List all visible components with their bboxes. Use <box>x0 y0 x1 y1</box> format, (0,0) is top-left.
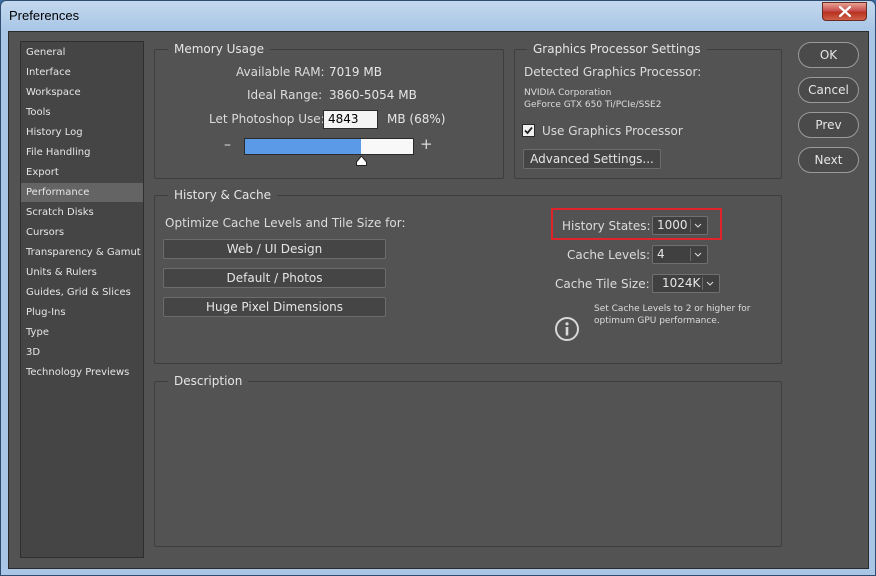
next-button[interactable]: Next <box>798 147 859 173</box>
cache-tile-size-label: Cache Tile Size: <box>555 277 650 291</box>
let-photoshop-use-label: Let Photoshop Use: <box>209 112 325 126</box>
memory-usage-title: Memory Usage <box>168 42 271 56</box>
sidebar-item-plug-ins[interactable]: Plug-Ins <box>21 303 143 322</box>
sidebar-item-type[interactable]: Type <box>21 323 143 342</box>
detected-gpu-label: Detected Graphics Processor: <box>524 65 702 79</box>
available-ram-value: 7019 MB <box>329 65 382 79</box>
slider-thumb-icon[interactable] <box>356 156 367 166</box>
sidebar-item-technology-previews[interactable]: Technology Previews <box>21 363 143 382</box>
cache-levels-value: 4 <box>657 247 665 261</box>
sidebar-item-export[interactable]: Export <box>21 163 143 182</box>
dialog-body: General Interface Workspace Tools Histor… <box>8 31 869 569</box>
sidebar-item-tools[interactable]: Tools <box>21 103 143 122</box>
available-ram-label: Available RAM: <box>236 65 325 79</box>
use-gpu-label: Use Graphics Processor <box>542 124 683 138</box>
preset-web-ui-button[interactable]: Web / UI Design <box>163 239 386 259</box>
cancel-button[interactable]: Cancel <box>798 77 859 103</box>
sidebar-item-general[interactable]: General <box>21 43 143 62</box>
preferences-window: Preferences General Interface Workspace … <box>0 0 876 576</box>
preset-huge-pixel-button[interactable]: Huge Pixel Dimensions <box>163 297 386 317</box>
use-gpu-checkbox[interactable] <box>522 124 535 137</box>
sidebar-item-guides-grid-slices[interactable]: Guides, Grid & Slices <box>21 283 143 302</box>
cache-levels-label: Cache Levels: <box>567 248 651 262</box>
description-group <box>154 381 782 547</box>
memory-slider[interactable] <box>244 138 414 155</box>
chevron-down-icon <box>694 223 702 228</box>
sidebar-item-file-handling[interactable]: File Handling <box>21 143 143 162</box>
window-title: Preferences <box>9 8 80 23</box>
memory-amount-input[interactable]: 4843 <box>323 110 378 129</box>
history-cache-title: History & Cache <box>168 188 277 202</box>
preset-default-photos-button[interactable]: Default / Photos <box>163 268 386 288</box>
cache-info-line1: Set Cache Levels to 2 or higher for <box>594 304 751 314</box>
title-bar: Preferences <box>1 1 875 31</box>
gpu-vendor: NVIDIA Corporation <box>524 88 612 98</box>
sidebar-item-3d[interactable]: 3D <box>21 343 143 362</box>
ok-button[interactable]: OK <box>798 42 859 68</box>
ideal-range-label: Ideal Range: <box>247 88 323 102</box>
sidebar-item-scratch-disks[interactable]: Scratch Disks <box>21 203 143 222</box>
close-icon <box>838 6 851 17</box>
cache-tile-size-value: 1024K <box>662 276 701 290</box>
memory-percent-label: MB (68%) <box>387 112 446 126</box>
cache-levels-select[interactable]: 4 <box>652 245 708 264</box>
memory-slider-fill <box>245 139 361 154</box>
sidebar-item-workspace[interactable]: Workspace <box>21 83 143 102</box>
description-title: Description <box>168 374 249 388</box>
advanced-settings-button[interactable]: Advanced Settings... <box>523 149 661 169</box>
cache-info-line2: optimum GPU performance. <box>594 316 720 326</box>
cache-tile-size-select[interactable]: 1024K <box>652 274 720 293</box>
sidebar-item-units-rulers[interactable]: Units & Rulers <box>21 263 143 282</box>
history-states-select[interactable]: 1000 <box>652 216 708 235</box>
ideal-range-value: 3860-5054 MB <box>329 88 417 102</box>
sidebar-item-performance[interactable]: Performance <box>21 183 143 202</box>
prev-button[interactable]: Prev <box>798 112 859 138</box>
close-button[interactable] <box>822 2 867 21</box>
history-states-value: 1000 <box>657 218 688 232</box>
optimize-label: Optimize Cache Levels and Tile Size for: <box>165 216 406 230</box>
sidebar-item-cursors[interactable]: Cursors <box>21 223 143 242</box>
info-icon <box>555 317 579 341</box>
chevron-down-icon <box>706 281 714 286</box>
decrease-memory-button[interactable]: – <box>224 137 231 153</box>
history-states-label: History States: <box>562 219 651 233</box>
category-sidebar: General Interface Workspace Tools Histor… <box>20 41 144 558</box>
chevron-down-icon <box>694 252 702 257</box>
gpu-settings-title: Graphics Processor Settings <box>527 42 707 56</box>
sidebar-item-transparency-gamut[interactable]: Transparency & Gamut <box>21 243 143 262</box>
checkmark-icon <box>524 126 533 135</box>
sidebar-item-interface[interactable]: Interface <box>21 63 143 82</box>
gpu-model: GeForce GTX 650 Ti/PCIe/SSE2 <box>524 100 662 110</box>
increase-memory-button[interactable]: + <box>420 135 433 153</box>
sidebar-item-history-log[interactable]: History Log <box>21 123 143 142</box>
